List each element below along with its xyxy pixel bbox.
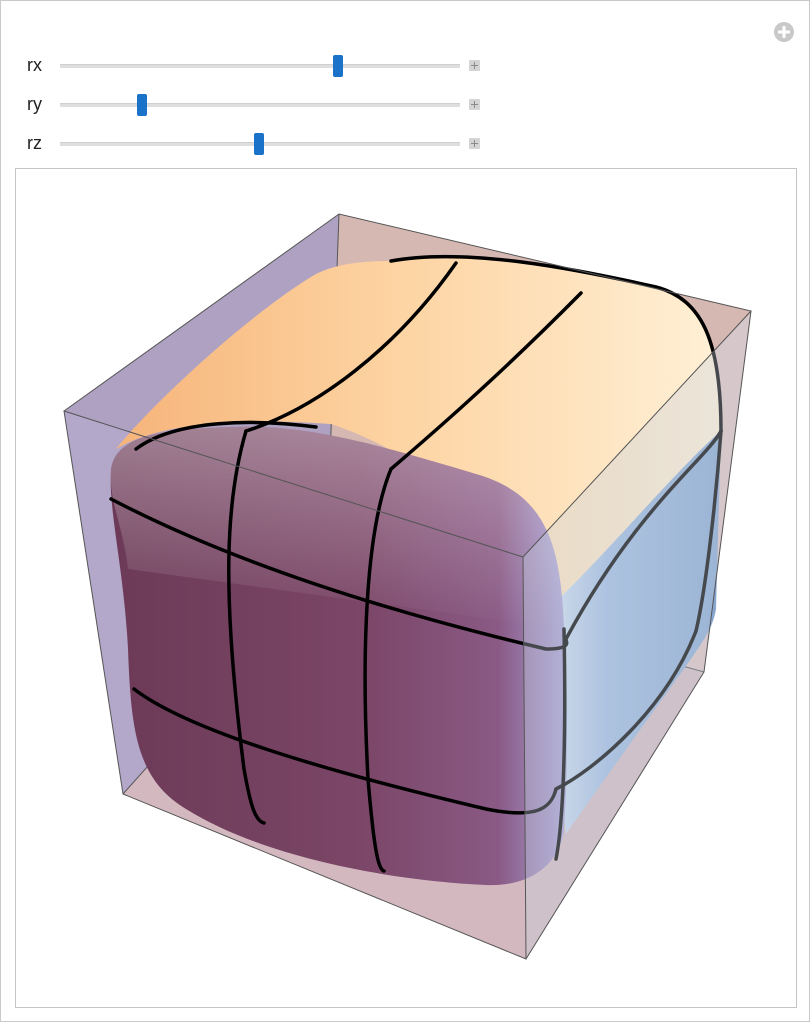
manipulate-panel: rx ry rz xyxy=(0,0,810,1022)
3d-graphics-viewport[interactable] xyxy=(15,168,797,1008)
slider-thumb-rx[interactable] xyxy=(333,55,343,77)
slider-row-rz: rz xyxy=(1,132,501,156)
slider-thumb-ry[interactable] xyxy=(137,94,147,116)
expand-controls-rz-icon[interactable] xyxy=(469,138,480,149)
slider-label-ry: ry xyxy=(27,94,42,114)
slider-row-rx: rx xyxy=(1,54,501,78)
slider-row-ry: ry xyxy=(1,93,501,117)
rounded-cube-graphic xyxy=(63,213,752,960)
slider-track-rx[interactable] xyxy=(60,64,460,68)
add-bookmark-icon[interactable] xyxy=(773,21,795,43)
slider-label-rx: rx xyxy=(27,55,42,75)
expand-controls-rx-icon[interactable] xyxy=(469,60,480,71)
slider-thumb-rz[interactable] xyxy=(254,133,265,155)
expand-controls-ry-icon[interactable] xyxy=(469,99,480,110)
slider-label-rz: rz xyxy=(27,133,42,153)
slider-track-ry[interactable] xyxy=(60,103,460,107)
